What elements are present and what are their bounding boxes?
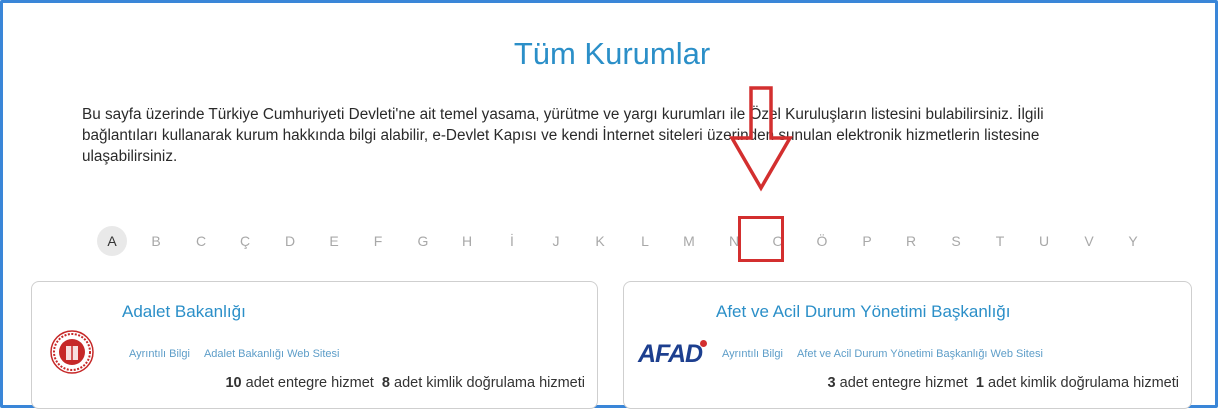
letter-filter-1[interactable]: B [141, 226, 171, 256]
letter-filter-23[interactable]: Y [1118, 226, 1148, 256]
page-description: Bu sayfa üzerinde Türkiye Cumhuriyeti De… [82, 106, 1044, 165]
service-counts: 10 adet entegre hizmet 8 adet kimlik doğ… [225, 375, 585, 391]
integrated-count: 3 [827, 375, 836, 391]
auth-label: adet kimlik doğrulama hizmeti [988, 375, 1179, 391]
institution-card[interactable]: Afet ve Acil Durum Yönetimi Başkanlığı A… [623, 281, 1192, 409]
letter-filter-19[interactable]: S [941, 226, 971, 256]
letter-filter-22[interactable]: V [1074, 226, 1104, 256]
detail-info-link[interactable]: Ayrıntılı Bilgi [129, 348, 190, 360]
card-links: Ayrıntılı Bilgi Afet ve Acil Durum Yöneti… [722, 348, 1057, 360]
auth-label: adet kimlik doğrulama hizmeti [394, 375, 585, 391]
letter-filter-18[interactable]: R [896, 226, 926, 256]
annotation-arrow-icon [728, 86, 794, 192]
website-link[interactable]: Afet ve Acil Durum Yönetimi Başkanlığı W… [797, 348, 1043, 360]
afad-logo-dot-icon [700, 340, 707, 347]
card-links: Ayrıntılı Bilgi Adalet Bakanlığı Web Site… [129, 348, 353, 360]
letter-filter-6[interactable]: F [363, 226, 393, 256]
afad-logo: AFAD [638, 340, 703, 368]
integrated-label: adet entegre hizmet [245, 375, 374, 391]
letter-filter-11[interactable]: K [585, 226, 615, 256]
letter-filter-16[interactable]: Ö [807, 226, 837, 256]
website-link[interactable]: Adalet Bakanlığı Web Sitesi [204, 348, 340, 360]
letter-filter-10[interactable]: J [541, 226, 571, 256]
letter-filter-20[interactable]: T [985, 226, 1015, 256]
letter-filter-2[interactable]: C [186, 226, 216, 256]
institution-card[interactable]: Adalet Bakanlığı Ayrıntılı Bilgi Adalet B… [31, 281, 598, 409]
letter-filter-8[interactable]: H [452, 226, 482, 256]
letter-filter-13[interactable]: M [674, 226, 704, 256]
letter-filter-5[interactable]: E [319, 226, 349, 256]
letter-filter-17[interactable]: P [852, 226, 882, 256]
letter-filter-3[interactable]: Ç [230, 226, 260, 256]
letter-filter-0[interactable]: A [97, 226, 127, 256]
service-counts: 3 adet entegre hizmet 1 adet kimlik doğr… [828, 375, 1179, 391]
card-title[interactable]: Adalet Bakanlığı [122, 302, 246, 322]
integrated-count: 10 [225, 375, 242, 391]
letter-filter-21[interactable]: U [1029, 226, 1059, 256]
card-title[interactable]: Afet ve Acil Durum Yönetimi Başkanlığı [716, 302, 1011, 322]
letter-filter-9[interactable]: İ [497, 226, 527, 256]
ministry-of-justice-seal-icon [50, 330, 94, 374]
annotation-highlight-box [738, 216, 784, 262]
integrated-label: adet entegre hizmet [839, 375, 968, 391]
letter-filter-4[interactable]: D [275, 226, 305, 256]
auth-count: 8 [381, 375, 390, 391]
detail-info-link[interactable]: Ayrıntılı Bilgi [722, 348, 783, 360]
page-title: Tüm Kurumlar [513, 36, 711, 71]
letter-filter-7[interactable]: G [408, 226, 438, 256]
auth-count: 1 [975, 375, 984, 391]
letter-filter-12[interactable]: L [630, 226, 660, 256]
